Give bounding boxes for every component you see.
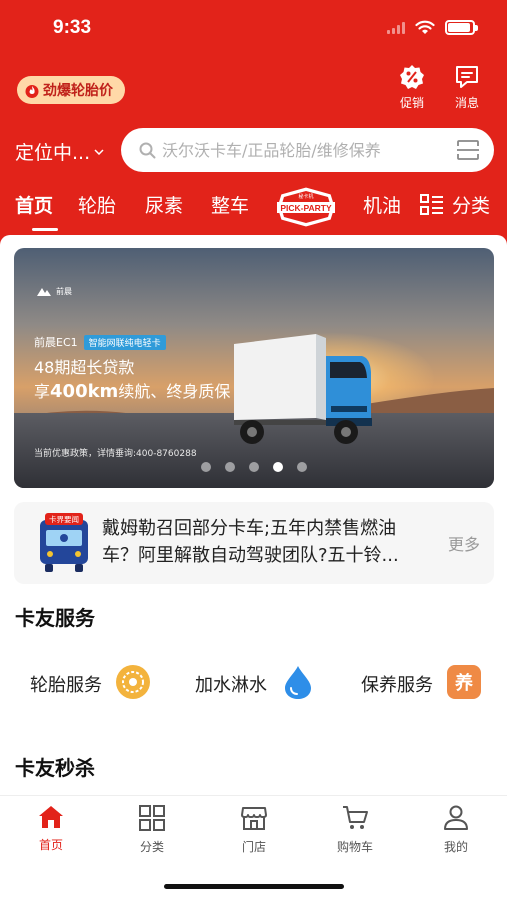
nav-tab-categories[interactable]: 分类 <box>420 191 490 218</box>
message-label: 消息 <box>454 96 479 110</box>
promo-action-button[interactable]: 促销 <box>392 64 432 111</box>
banner-logo: 前晨 <box>36 286 72 297</box>
news-bus-icon: 卡界要闻 <box>40 513 88 572</box>
tab-home[interactable]: 首页 <box>16 804 86 853</box>
news-badge-text: 卡界要闻 <box>49 514 79 524</box>
service-card-label: 轮胎服务 <box>30 675 102 696</box>
tab-label: 门店 <box>241 840 266 854</box>
list-grid-icon <box>420 193 443 215</box>
pick-party-badge[interactable]: 秘卡机 PICK-PARTY <box>275 186 337 228</box>
tab-category[interactable]: 分类 <box>117 804 187 855</box>
tire-icon <box>116 665 150 699</box>
truck-image <box>234 334 372 444</box>
status-bar: 9:33 <box>0 0 507 60</box>
news-ticker[interactable]: 卡界要闻 戴姆勒召回部分卡车;五年内禁售燃油车？阿里解散自动驾驶团队?五十铃..… <box>14 502 494 584</box>
cart-icon <box>343 806 368 829</box>
promo-banner[interactable]: 前晨 前晨EC1 智能网联纯电轻卡 48期超长贷款 享400km续航、终身质保 … <box>14 248 494 488</box>
banner-note: 当前优惠政策，详情垂询:400-8760288 <box>34 449 197 459</box>
home-icon <box>39 806 63 828</box>
search-icon <box>139 142 156 158</box>
banner-model-tag: 智能网联纯电轻卡 <box>83 334 166 350</box>
news-headline[interactable]: 戴姆勒召回部分卡车;五年内禁售燃油车？阿里解散自动驾驶团队?五十铃... <box>102 515 432 569</box>
nav-tab-urea[interactable]: 尿素 <box>145 191 183 218</box>
home-content: 前晨 前晨EC1 智能网联纯电轻卡 48期超长贷款 享400km续航、终身质保 … <box>0 235 507 795</box>
nav-tab-tires[interactable]: 轮胎 <box>78 191 116 218</box>
nav-tab-vehicles[interactable]: 整车 <box>211 191 249 218</box>
promo-pill[interactable]: 劲爆轮胎价 <box>17 76 125 104</box>
banner-dot[interactable] <box>297 462 307 472</box>
banner-dot[interactable] <box>225 462 235 472</box>
promo-action-label: 促销 <box>399 96 424 110</box>
banner-model: 前晨EC1 智能网联纯电轻卡 <box>34 334 166 350</box>
profile-icon <box>444 805 468 830</box>
service-card-maintenance[interactable]: 保养服务 养 <box>345 645 495 719</box>
banner-subheadline: 享400km续航、终身质保 <box>34 381 231 402</box>
tab-store[interactable]: 门店 <box>219 804 289 855</box>
category-icon <box>139 805 165 831</box>
service-card-water[interactable]: 加水淋水 <box>179 645 329 719</box>
banner-dot[interactable] <box>201 462 211 472</box>
status-icons <box>387 20 478 35</box>
home-indicator <box>164 884 344 889</box>
water-drop-icon <box>285 666 311 699</box>
tab-profile[interactable]: 我的 <box>421 804 491 855</box>
banner-dot[interactable] <box>273 462 283 472</box>
service-card-tires[interactable]: 轮胎服务 <box>14 645 164 719</box>
location-selector[interactable]: 定位中... <box>15 138 104 165</box>
nav-tab-oil[interactable]: 机油 <box>363 191 401 218</box>
header: 9:33 劲爆轮胎价 促销 消息 定位中... 沃尔沃卡车/正品轮胎/维修保养 … <box>0 0 507 245</box>
promo-label: 劲爆轮胎价 <box>43 83 113 99</box>
chevron-down-icon <box>94 148 104 155</box>
brand-logo-icon <box>37 287 51 296</box>
tab-label: 我的 <box>443 840 468 854</box>
maintenance-icon: 养 <box>447 665 481 699</box>
search-bar[interactable] <box>121 128 494 172</box>
pick-badge-text: PICK-PARTY <box>280 203 332 213</box>
tab-label: 首页 <box>38 838 63 852</box>
discount-badge-icon <box>400 65 424 89</box>
message-icon <box>456 66 478 88</box>
services-section-title: 卡友服务 <box>15 606 95 630</box>
maintenance-icon-text: 养 <box>454 672 474 694</box>
battery-icon <box>445 20 478 35</box>
signal-icon <box>387 21 405 34</box>
pick-badge-top-text: 秘卡机 <box>298 193 313 200</box>
banner-logo-text: 前晨 <box>56 287 72 296</box>
news-more-link[interactable]: 更多 <box>448 531 480 555</box>
banner-dot[interactable] <box>249 462 259 472</box>
category-nav: 首页 轮胎 尿素 整车 机油 分类 <box>0 183 507 231</box>
message-button[interactable]: 消息 <box>447 64 487 111</box>
service-card-label: 加水淋水 <box>195 675 267 696</box>
flash-sale-section-title: 卡友秒杀 <box>15 756 95 780</box>
location-label: 定位中... <box>15 142 91 164</box>
battery-level <box>448 23 470 32</box>
nav-active-indicator <box>32 228 58 231</box>
scan-icon[interactable] <box>456 139 480 161</box>
wifi-icon <box>415 20 435 34</box>
tab-label: 购物车 <box>336 840 373 854</box>
tab-cart[interactable]: 购物车 <box>320 804 390 855</box>
nav-tab-home[interactable]: 首页 <box>15 191 53 218</box>
service-card-label: 保养服务 <box>361 675 433 696</box>
search-input[interactable] <box>162 140 456 160</box>
banner-pagination[interactable] <box>201 462 307 472</box>
store-icon <box>241 807 267 830</box>
tab-label: 分类 <box>139 840 164 854</box>
flame-icon <box>25 85 39 98</box>
status-time: 9:33 <box>53 17 92 38</box>
nav-tab-categories-label: 分类 <box>452 195 491 217</box>
banner-model-name: 前晨EC1 <box>34 336 78 349</box>
banner-headline: 48期超长贷款 <box>34 358 135 377</box>
